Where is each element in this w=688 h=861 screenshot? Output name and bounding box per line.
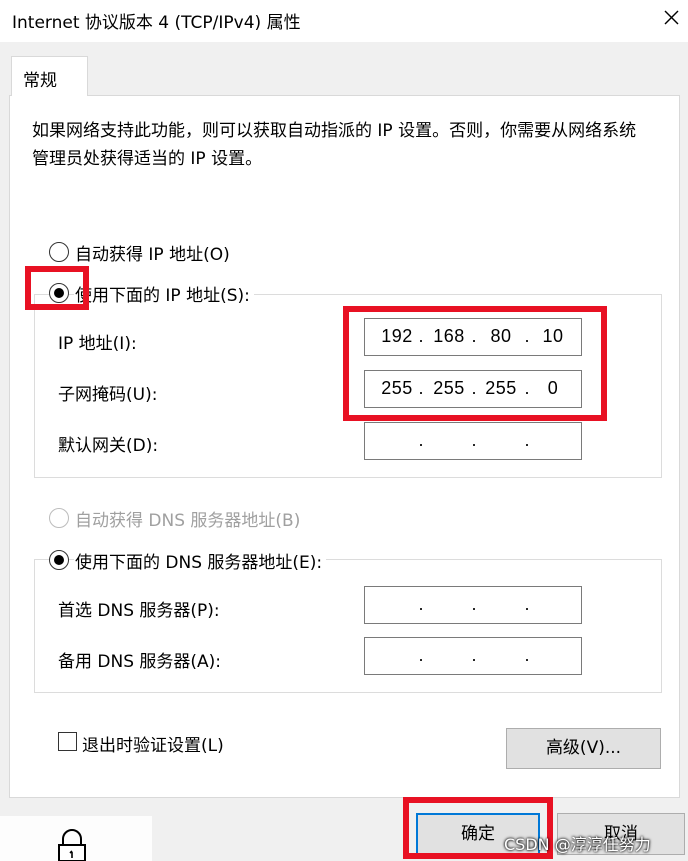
octet-separator: . [471, 326, 477, 346]
manual-dns-radio[interactable] [49, 550, 69, 570]
octet-3: 80 [490, 326, 512, 346]
octet-4: 0 [547, 378, 559, 398]
preferred-dns-input[interactable]: . . . [364, 586, 582, 624]
alternate-dns-input[interactable]: . . . [364, 637, 582, 675]
auto-ip-label[interactable]: 自动获得 IP 地址(O) [74, 240, 234, 265]
octet-separator: . [471, 378, 477, 398]
preferred-dns-label: 首选 DNS 服务器(P): [58, 601, 220, 621]
octet-separator: . [524, 378, 530, 398]
validate-on-exit-label[interactable]: 退出时验证设置(L) [82, 731, 224, 756]
octet-2: 168 [433, 326, 465, 346]
auto-dns-label[interactable]: 自动获得 DNS 服务器地址(B) [74, 506, 305, 531]
tab-general[interactable]: 常规 [11, 56, 88, 96]
octet-separator: . [471, 594, 477, 614]
close-icon [664, 10, 679, 25]
octet-4: 10 [542, 326, 564, 346]
octet-separator: . [471, 430, 477, 450]
alternate-dns-label: 备用 DNS 服务器(A): [58, 652, 222, 672]
octet-separator: . [524, 594, 530, 614]
window-title: Internet 协议版本 4 (TCP/IPv4) 属性 [12, 13, 301, 33]
radio-selected-dot [54, 288, 64, 298]
octet-separator: . [418, 430, 424, 450]
octet-3: 255 [485, 378, 517, 398]
manual-ip-label[interactable]: 使用下面的 IP 地址(S): [74, 281, 254, 306]
radio-selected-dot [54, 555, 64, 565]
tab-general-label: 常规 [23, 71, 57, 91]
ip-address-label: IP 地址(I): [58, 334, 137, 354]
ip-address-input[interactable]: 192 . 168 . 80 . 10 [364, 318, 582, 356]
watermark-text: CSDN @淳淳任努力 [504, 835, 651, 854]
octet-separator: . [418, 645, 424, 665]
octet-separator: . [418, 594, 424, 614]
octet-separator: . [418, 326, 424, 346]
description-text: 如果网络支持此功能，则可以获取自动指派的 IP 设置。否则，你需要从网络系统管理… [32, 121, 637, 169]
default-gateway-input[interactable]: . . . [364, 422, 582, 460]
lock-icon [57, 829, 97, 861]
subnet-mask-label: 子网掩码(U): [58, 385, 158, 405]
octet-separator: . [524, 645, 530, 665]
validate-on-exit-checkbox[interactable] [58, 732, 77, 751]
manual-ip-radio[interactable] [49, 283, 69, 303]
auto-ip-radio[interactable] [49, 242, 69, 262]
octet-separator: . [524, 326, 530, 346]
manual-dns-label[interactable]: 使用下面的 DNS 服务器地址(E): [74, 548, 327, 573]
octet-1: 192 [381, 326, 413, 346]
auto-dns-radio[interactable] [49, 508, 69, 528]
octet-separator: . [471, 645, 477, 665]
default-gateway-label: 默认网关(D): [58, 436, 159, 456]
octet-separator: . [524, 430, 530, 450]
advanced-button[interactable]: 高级(V)... [506, 728, 661, 769]
octet-separator: . [418, 378, 424, 398]
subnet-mask-input[interactable]: 255 . 255 . 255 . 0 [364, 370, 582, 408]
octet-2: 255 [433, 378, 465, 398]
close-button[interactable] [655, 2, 685, 32]
octet-1: 255 [381, 378, 413, 398]
